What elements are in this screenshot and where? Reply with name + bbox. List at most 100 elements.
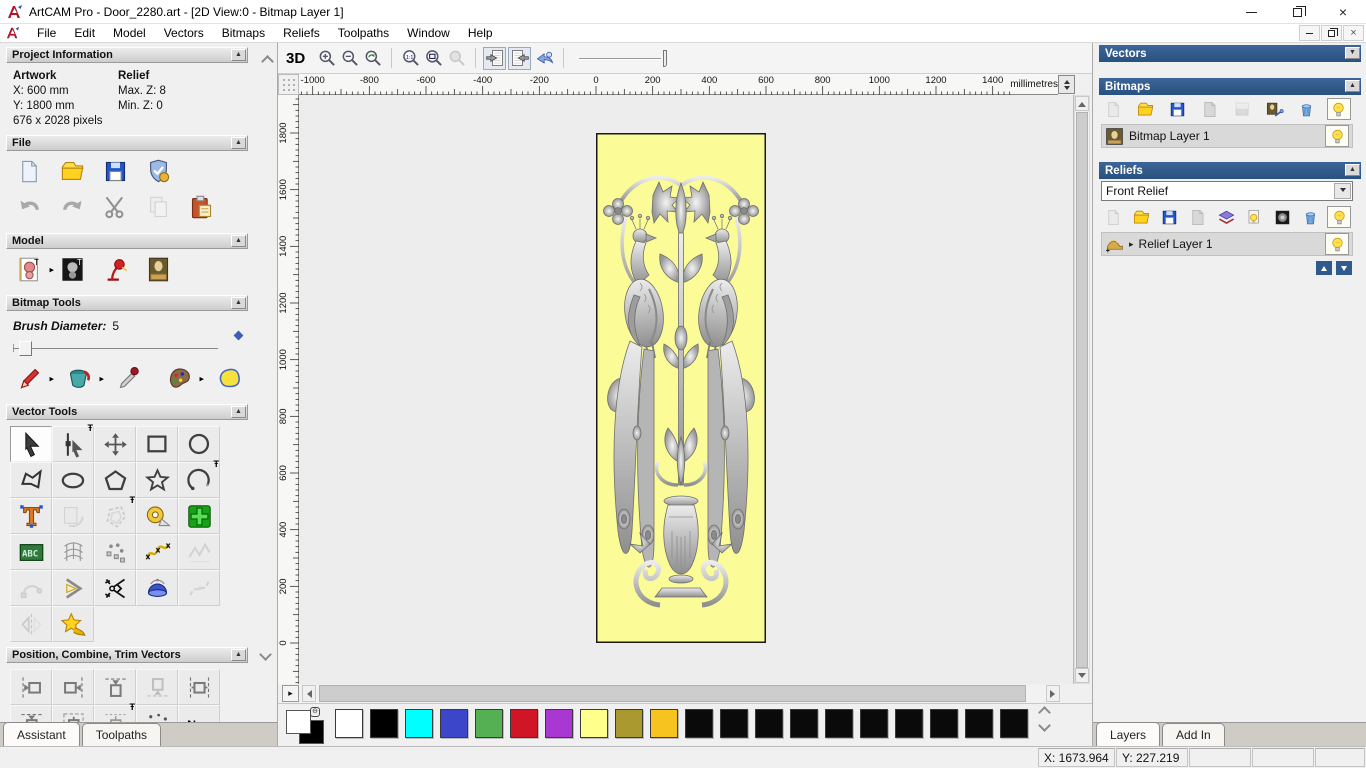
nesting-button[interactable]: Nes <box>178 705 220 722</box>
create-circle-button[interactable] <box>178 426 220 462</box>
redo-button[interactable] <box>55 192 89 223</box>
palette-swatch[interactable] <box>440 709 468 738</box>
palette-swatch[interactable] <box>755 709 783 738</box>
create-rectangle-button[interactable] <box>136 426 178 462</box>
zoom-previous-button[interactable] <box>361 47 384 70</box>
palette-swatch[interactable] <box>370 709 398 738</box>
minimize-button[interactable] <box>1228 0 1274 24</box>
toggle-visibility-button[interactable] <box>1326 98 1351 120</box>
rollup-button[interactable]: ▲ <box>231 406 246 418</box>
layer-visibility-button[interactable] <box>1325 233 1349 255</box>
align-right-button[interactable] <box>52 669 94 705</box>
menu-help[interactable]: Help <box>459 24 502 42</box>
palette-swatch[interactable] <box>405 709 433 738</box>
relief-properties-button[interactable] <box>1242 206 1266 228</box>
link-colours-icon[interactable]: ⊖ <box>310 707 320 717</box>
texture-relief-button[interactable] <box>141 254 175 285</box>
centre-vertical-button[interactable] <box>10 705 52 722</box>
zoom-fit-button[interactable] <box>422 47 445 70</box>
text-block-button[interactable]: ABC <box>10 534 52 570</box>
wrap-text-button[interactable] <box>52 498 94 534</box>
combine-relief-button[interactable] <box>1214 206 1238 228</box>
scroll-down-button[interactable] <box>1075 668 1089 683</box>
scrollbar-thumb[interactable] <box>319 685 1026 702</box>
palette-swatch[interactable] <box>825 709 853 738</box>
greyscale-model-button[interactable]: T <box>55 254 89 285</box>
create-ellipse-button[interactable] <box>52 462 94 498</box>
rollup-button[interactable]: ▲ <box>231 137 246 149</box>
palette-swatch[interactable] <box>335 709 363 738</box>
menu-bitmaps[interactable]: Bitmaps <box>213 24 274 42</box>
align-bottom-button[interactable] <box>136 669 178 705</box>
undo-button[interactable] <box>12 192 46 223</box>
zoom-in-button[interactable] <box>315 47 338 70</box>
rollup-button[interactable]: ▲ <box>231 649 246 661</box>
trim-vectors-button[interactable] <box>94 570 136 606</box>
move-layer-up-button[interactable] <box>1316 261 1332 275</box>
node-editing-button[interactable] <box>52 423 94 462</box>
zoom-out-button[interactable] <box>338 47 361 70</box>
cut-button[interactable] <box>98 192 132 223</box>
measure-button[interactable] <box>136 498 178 534</box>
menu-edit[interactable]: Edit <box>65 24 104 42</box>
ruler-origin-button[interactable] <box>278 74 299 95</box>
menu-vectors[interactable]: Vectors <box>155 24 213 42</box>
layer-visibility-button[interactable] <box>1325 125 1349 147</box>
mdi-close-button[interactable]: × <box>1343 25 1364 41</box>
mirror-vectors-button[interactable] <box>10 606 52 642</box>
simplify-vectors-button[interactable] <box>178 534 220 570</box>
menu-model[interactable]: Model <box>104 24 155 42</box>
transform-vectors-button[interactable] <box>94 426 136 462</box>
create-arc-button[interactable] <box>178 459 220 498</box>
open-model-button[interactable] <box>55 156 89 187</box>
previous-bitmap-layer-button[interactable] <box>483 46 507 70</box>
scrollbar-thumb[interactable] <box>1076 112 1088 668</box>
menu-reliefs[interactable]: Reliefs <box>274 24 329 42</box>
lighting-button[interactable] <box>98 254 132 285</box>
move-layer-down-button[interactable] <box>1336 261 1352 275</box>
rollup-button[interactable]: ▲ <box>1345 164 1360 176</box>
panel-scroll-down[interactable] <box>259 648 272 661</box>
menu-file[interactable]: File <box>28 24 65 42</box>
palette-swatch[interactable] <box>720 709 748 738</box>
horizontal-scrollbar[interactable] <box>302 685 1060 702</box>
palette-swatch[interactable] <box>895 709 923 738</box>
palette-swatch[interactable] <box>965 709 993 738</box>
palette-swatch[interactable] <box>510 709 538 738</box>
rollup-button[interactable]: ▲ <box>231 49 246 61</box>
tab-add-in[interactable]: Add In <box>1162 723 1225 746</box>
expander-icon[interactable]: ▸ <box>1129 239 1134 250</box>
new-model-button[interactable] <box>12 156 46 187</box>
palette-swatch[interactable] <box>615 709 643 738</box>
mdi-minimize-button[interactable] <box>1299 25 1320 41</box>
switch-3d-view-button[interactable]: 3D <box>286 50 305 67</box>
dropdown-arrow-button[interactable] <box>1334 183 1351 199</box>
texture-flood-button[interactable] <box>212 363 246 394</box>
save-bitmap-button[interactable] <box>1166 98 1190 120</box>
paste-bitmap-button[interactable] <box>1198 98 1222 120</box>
tab-layers[interactable]: Layers <box>1096 722 1161 746</box>
ruler-units-button[interactable] <box>1058 75 1075 94</box>
slider-handle[interactable] <box>19 341 32 356</box>
rollup-button[interactable]: ▲ <box>231 297 246 309</box>
pick-colour-button[interactable] <box>112 363 146 394</box>
create-polygon-button[interactable] <box>94 462 136 498</box>
model-properties-button[interactable] <box>141 156 175 187</box>
palette-scroll-down[interactable] <box>1038 719 1051 732</box>
primary-colour-swatch[interactable] <box>286 710 311 734</box>
scroll-right-button[interactable] <box>1046 685 1060 702</box>
align-top-button[interactable] <box>94 669 136 705</box>
centre-horizontal-button[interactable] <box>178 669 220 705</box>
spin-profile-button[interactable] <box>136 570 178 606</box>
rollup-button[interactable]: ▲ <box>1345 80 1360 92</box>
scroll-left-button[interactable] <box>302 685 316 702</box>
save-model-button[interactable] <box>98 156 132 187</box>
palette-swatch[interactable] <box>790 709 818 738</box>
colour-palette-button[interactable] <box>162 363 196 394</box>
palette-swatch[interactable] <box>545 709 573 738</box>
close-button[interactable]: × <box>1320 0 1366 24</box>
current-colours[interactable]: ⊖ <box>284 707 332 746</box>
paste-button[interactable] <box>184 192 218 223</box>
contrast-slider[interactable] <box>579 48 674 68</box>
create-text-button[interactable] <box>10 498 52 534</box>
